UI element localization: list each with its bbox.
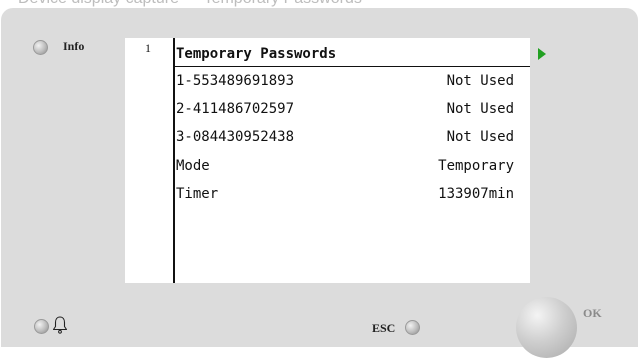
row-label: 1-553489691893 bbox=[176, 73, 295, 89]
info-led-button[interactable] bbox=[33, 40, 48, 55]
ok-label: OK bbox=[583, 306, 602, 320]
top-cropped-caption: Device display capture — Temporary Passw… bbox=[0, 0, 640, 8]
page-number: 1 bbox=[145, 41, 151, 55]
row-value: Not Used bbox=[446, 73, 514, 89]
lcd-screen: 1 Temporary Passwords 1-553489691893 Not… bbox=[125, 38, 546, 283]
list-item[interactable]: Timer 133907min bbox=[176, 182, 514, 206]
row-value: Not Used bbox=[446, 101, 514, 117]
row-label: Mode bbox=[176, 158, 210, 174]
screen-title-text: Temporary Passwords bbox=[176, 46, 337, 62]
list-item[interactable]: 1-553489691893 Not Used bbox=[176, 69, 514, 93]
row-label: 3-084430952438 bbox=[176, 129, 295, 145]
row-value: 133907min bbox=[438, 186, 514, 202]
info-label: Info bbox=[63, 39, 85, 53]
list-item[interactable]: 3-084430952438 Not Used bbox=[176, 125, 514, 149]
row-value: Temporary bbox=[438, 158, 514, 174]
screen-header-divider bbox=[173, 66, 530, 67]
list-item[interactable]: 2-411486702597 Not Used bbox=[176, 97, 514, 121]
top-cropped-text: Device display capture — Temporary Passw… bbox=[18, 0, 362, 8]
alarm-led-button[interactable] bbox=[34, 319, 49, 334]
row-label: Timer bbox=[176, 186, 219, 202]
bell-icon bbox=[52, 316, 68, 334]
row-label: 2-411486702597 bbox=[176, 101, 295, 117]
screen-title: Temporary Passwords bbox=[176, 42, 514, 66]
device-panel: Info 1 Temporary Passwords 1-55348969189… bbox=[1, 8, 638, 358]
esc-label: ESC bbox=[372, 321, 396, 335]
row-value: Not Used bbox=[446, 129, 514, 145]
screen-vertical-divider bbox=[173, 38, 175, 283]
ok-knob-button[interactable] bbox=[516, 297, 577, 358]
right-arrow-icon[interactable] bbox=[538, 48, 546, 60]
list-item[interactable]: Mode Temporary bbox=[176, 154, 514, 178]
esc-button[interactable] bbox=[405, 320, 420, 335]
